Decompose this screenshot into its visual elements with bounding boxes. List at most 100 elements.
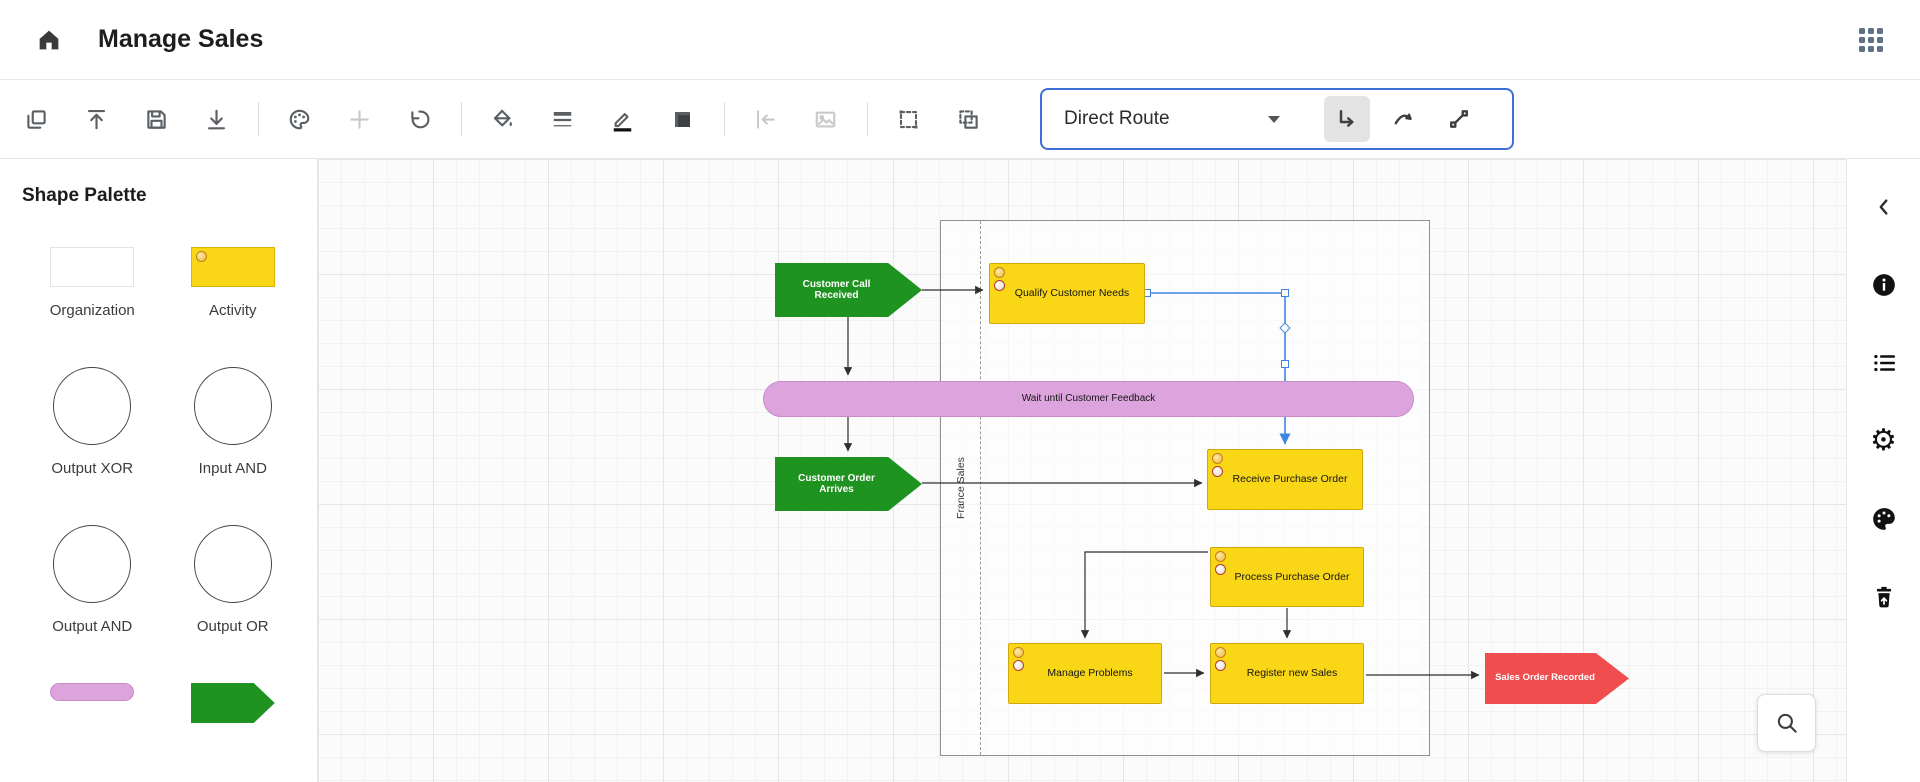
node-label: Wait until Customer Feedback bbox=[1022, 393, 1156, 405]
palette-item-label: Activity bbox=[209, 302, 257, 319]
align-left-button[interactable] bbox=[743, 97, 787, 141]
info-button[interactable] bbox=[1869, 271, 1899, 299]
node-label: Register new Sales bbox=[1247, 667, 1337, 679]
connector-handle[interactable] bbox=[1282, 290, 1289, 297]
event-arrow-shape-icon bbox=[191, 683, 275, 723]
connector-settings-panel: Direct Route bbox=[1040, 88, 1514, 150]
palette-item-output-and[interactable]: Output AND bbox=[52, 525, 132, 635]
palette-item-input-and[interactable]: Input AND bbox=[194, 367, 272, 477]
home-icon bbox=[35, 26, 63, 54]
circle-shape-icon bbox=[194, 525, 272, 603]
activity-badge-icons bbox=[1212, 453, 1223, 477]
line-style-button[interactable] bbox=[540, 97, 584, 141]
insert-image-icon bbox=[813, 107, 838, 132]
palette-title: Shape Palette bbox=[22, 185, 303, 207]
palette-item-label: Output AND bbox=[52, 618, 132, 635]
circle-shape-icon bbox=[194, 367, 272, 445]
connector-midpoint-handle[interactable] bbox=[1280, 323, 1290, 333]
palette-item-output-xor[interactable]: Output XOR bbox=[51, 367, 133, 477]
add-button[interactable] bbox=[337, 97, 381, 141]
curved-connector-button[interactable] bbox=[1380, 96, 1426, 142]
palette-item-label: Output XOR bbox=[51, 460, 133, 477]
group-select-button[interactable] bbox=[946, 97, 990, 141]
settings-button[interactable]: ⚙ bbox=[1869, 427, 1899, 455]
theme-palette-button[interactable] bbox=[1869, 505, 1899, 533]
toolbar-separator bbox=[258, 102, 259, 136]
upload-icon bbox=[84, 107, 109, 132]
node-register-new-sales[interactable]: Register new Sales bbox=[1210, 643, 1364, 704]
info-icon bbox=[1871, 272, 1897, 298]
fill-color-button[interactable] bbox=[480, 97, 524, 141]
download-button[interactable] bbox=[194, 97, 238, 141]
diagram-canvas[interactable]: France Sales bbox=[318, 159, 1846, 782]
undo-button[interactable] bbox=[397, 97, 441, 141]
copy-button[interactable] bbox=[14, 97, 58, 141]
connector-process-to-manage[interactable] bbox=[1085, 552, 1208, 638]
node-receive-purchase-order[interactable]: Receive Purchase Order bbox=[1207, 449, 1363, 510]
shape-palette-panel: Shape Palette Organization Activity Outp… bbox=[0, 159, 318, 782]
shadow-button[interactable] bbox=[660, 97, 704, 141]
app-header: Manage Sales bbox=[0, 0, 1920, 80]
curved-connector-icon bbox=[1391, 107, 1415, 131]
node-qualify-customer-needs[interactable]: Qualify Customer Needs bbox=[989, 263, 1145, 324]
upload-button[interactable] bbox=[74, 97, 118, 141]
line-style-icon bbox=[550, 107, 575, 132]
trash-button[interactable] bbox=[1869, 583, 1899, 611]
route-type-dropdown[interactable]: Direct Route bbox=[1064, 108, 1314, 130]
node-label: Sales Order Recorded bbox=[1495, 673, 1595, 684]
activity-badge-icons bbox=[1013, 647, 1024, 671]
organization-shape-icon bbox=[50, 247, 134, 287]
color-palette-button[interactable] bbox=[277, 97, 321, 141]
delay-shape-icon bbox=[50, 683, 134, 701]
activity-badge-icons bbox=[1215, 551, 1226, 575]
palette-item-label: Organization bbox=[50, 302, 135, 319]
selected-connector[interactable] bbox=[1144, 290, 1290, 445]
apps-grid-button[interactable] bbox=[1848, 17, 1894, 63]
connector-handle[interactable] bbox=[1282, 361, 1289, 368]
orthogonal-connector-icon bbox=[1335, 107, 1359, 131]
activity-shape-icon bbox=[191, 247, 275, 287]
collapse-panel-button[interactable] bbox=[1869, 193, 1899, 221]
align-left-icon bbox=[753, 107, 778, 132]
right-sidebar: ⚙ bbox=[1846, 159, 1920, 782]
palette-item-label: Output OR bbox=[197, 618, 269, 635]
diagram-toolbar: Direct Route bbox=[0, 80, 1920, 159]
palette-grid: Organization Activity Output XOR Input A… bbox=[22, 247, 303, 723]
save-icon bbox=[144, 107, 169, 132]
home-button[interactable] bbox=[26, 17, 72, 63]
palette-item-delay[interactable] bbox=[50, 683, 134, 723]
orthogonal-connector-button[interactable] bbox=[1324, 96, 1370, 142]
route-type-value: Direct Route bbox=[1064, 108, 1170, 130]
node-process-purchase-order[interactable]: Process Purchase Order bbox=[1210, 547, 1364, 607]
search-button[interactable] bbox=[1757, 694, 1816, 752]
palette-item-event-arrow[interactable] bbox=[191, 683, 275, 723]
chevron-left-icon bbox=[1873, 196, 1895, 218]
pen-color-button[interactable] bbox=[600, 97, 644, 141]
palette-item-organization[interactable]: Organization bbox=[50, 247, 135, 319]
palette-item-output-or[interactable]: Output OR bbox=[194, 525, 272, 635]
color-palette-icon bbox=[287, 107, 312, 132]
activity-badge-icons bbox=[1215, 647, 1226, 671]
node-label: Qualify Customer Needs bbox=[1015, 287, 1129, 299]
select-region-button[interactable] bbox=[886, 97, 930, 141]
list-button[interactable] bbox=[1869, 349, 1899, 377]
straight-connector-icon bbox=[1447, 107, 1471, 131]
palette-icon bbox=[1871, 506, 1897, 532]
insert-image-button[interactable] bbox=[803, 97, 847, 141]
node-wait-until-customer-feedback[interactable]: Wait until Customer Feedback bbox=[763, 381, 1414, 417]
palette-item-label: Input AND bbox=[199, 460, 267, 477]
node-label: Manage Problems bbox=[1047, 667, 1132, 679]
node-label: Receive Purchase Order bbox=[1233, 473, 1348, 485]
apps-grid-icon bbox=[1859, 28, 1883, 52]
toolbar-separator bbox=[724, 102, 725, 136]
list-icon bbox=[1871, 350, 1897, 376]
node-manage-problems[interactable]: Manage Problems bbox=[1008, 643, 1162, 704]
straight-connector-button[interactable] bbox=[1436, 96, 1482, 142]
palette-item-activity[interactable]: Activity bbox=[191, 247, 275, 319]
pen-color-icon bbox=[610, 107, 635, 132]
add-icon bbox=[347, 107, 372, 132]
node-label: Process Purchase Order bbox=[1235, 571, 1350, 583]
save-button[interactable] bbox=[134, 97, 178, 141]
toolbar-separator bbox=[867, 102, 868, 136]
gear-icon: ⚙ bbox=[1870, 427, 1897, 455]
